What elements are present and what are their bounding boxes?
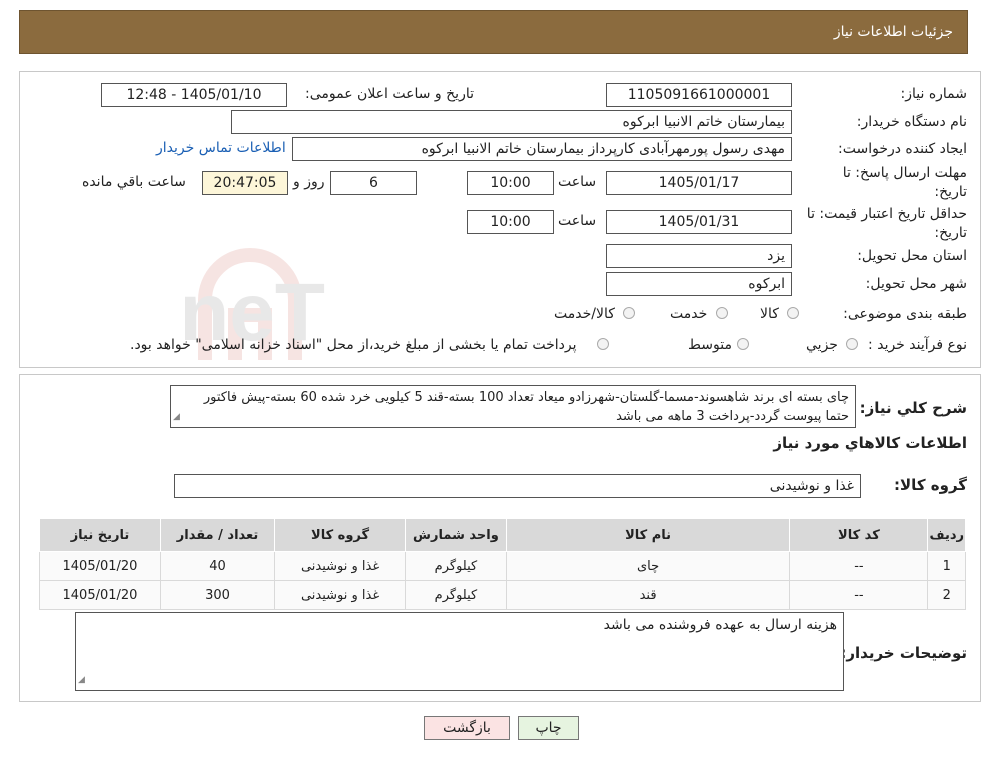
category-option-service: خدمت bbox=[670, 306, 708, 322]
col-header-need-date: تاریخ نیاز bbox=[39, 518, 161, 552]
page-title: جزئیات اطلاعات نیاز bbox=[833, 24, 953, 40]
goods-table: ردیف کد کالا نام کالا واحد شمارش گروه کا… bbox=[39, 518, 966, 610]
validity-label-date: تاریخ: bbox=[934, 225, 967, 241]
deadline-time-field: 10:00 bbox=[467, 171, 554, 195]
need-number-field: 1105091661000001 bbox=[606, 83, 792, 107]
days-label: روز و bbox=[293, 174, 325, 190]
validity-time-label: ساعت bbox=[558, 213, 597, 229]
requester-field: مهدی رسول پورمهرآبادی کارپرداز بیمارستان… bbox=[292, 137, 792, 161]
process-option-minor: جزیي bbox=[806, 337, 838, 353]
process-radio-minor[interactable] bbox=[846, 338, 858, 350]
print-button[interactable]: چاپ bbox=[518, 716, 579, 740]
buyer-notes-label: توضیحات خریدار: bbox=[840, 644, 967, 662]
cell-item-code: -- bbox=[789, 551, 929, 581]
col-header-item-name: نام کالا bbox=[505, 518, 791, 552]
col-header-row-number: ردیف bbox=[927, 518, 966, 552]
buyer-org-label: نام دستگاه خریدار: bbox=[856, 114, 967, 130]
process-type-label: نوع فرآیند خرید : bbox=[868, 337, 967, 353]
cell-unit: کیلوگرم bbox=[405, 580, 507, 610]
deadline-time-label: ساعت bbox=[558, 174, 597, 190]
deadline-label: مهلت ارسال پاسخ: تا bbox=[842, 165, 967, 181]
province-field: یزد bbox=[606, 244, 792, 268]
category-radio-service[interactable] bbox=[716, 307, 728, 319]
goods-group-label: گروه کالا: bbox=[894, 476, 967, 494]
back-button[interactable]: بازگشت bbox=[424, 716, 510, 740]
validity-label: حداقل تاریخ اعتبار قیمت: تا bbox=[806, 206, 967, 222]
process-radio-medium[interactable] bbox=[737, 338, 749, 350]
buyer-contact-link[interactable]: اطلاعات تماس خریدار bbox=[156, 140, 286, 156]
cell-item-code: -- bbox=[789, 580, 929, 610]
need-number-label: شماره نیاز: bbox=[900, 86, 968, 102]
buyer-notes-textarea[interactable]: هزینه ارسال به عهده فروشنده می باشد ◢ bbox=[75, 612, 844, 691]
category-option-goods-service: کالا/خدمت bbox=[554, 306, 615, 322]
remaining-time-label: ساعت باقي مانده bbox=[82, 174, 186, 190]
resize-grip-icon[interactable]: ◢ bbox=[173, 408, 180, 427]
buyer-org-field: بیمارستان خاتم الانبیا ابرکوه bbox=[231, 110, 792, 134]
page-header: جزئیات اطلاعات نیاز bbox=[19, 10, 968, 54]
requester-label: ایجاد کننده درخواست: bbox=[838, 141, 967, 157]
province-label: استان محل تحویل: bbox=[857, 248, 967, 264]
validity-date-field: 1405/01/31 bbox=[606, 210, 792, 234]
announce-date-label: تاریخ و ساعت اعلان عمومی: bbox=[305, 86, 474, 102]
goods-section-title: اطلاعات کالاهاي مورد نياز bbox=[773, 434, 967, 452]
cell-unit: کیلوگرم bbox=[405, 551, 507, 581]
cell-goods-group: غذا و نوشیدنی bbox=[274, 551, 407, 581]
table-row: 2 -- قند کیلوگرم غذا و نوشیدنی 300 1405/… bbox=[39, 580, 966, 610]
col-header-unit: واحد شمارش bbox=[405, 518, 507, 552]
resize-grip-icon[interactable]: ◢ bbox=[78, 670, 85, 690]
days-remaining-field: 6 bbox=[330, 171, 417, 195]
cell-item-name: چای bbox=[505, 551, 791, 581]
cell-item-name: قند bbox=[505, 580, 791, 610]
summary-label: شرح کلي نياز: bbox=[859, 399, 967, 417]
deadline-date-field: 1405/01/17 bbox=[606, 171, 792, 195]
summary-textarea[interactable]: چای بسته ای برند شاهسوند-مسما-گلستان-شهر… bbox=[170, 385, 856, 428]
summary-text: چای بسته ای برند شاهسوند-مسما-گلستان-شهر… bbox=[203, 390, 849, 424]
cell-row-number: 2 bbox=[927, 580, 966, 610]
cell-goods-group: غذا و نوشیدنی bbox=[274, 580, 407, 610]
col-header-quantity: تعداد / مقدار bbox=[159, 518, 276, 552]
goods-group-field: غذا و نوشیدنی bbox=[174, 474, 861, 498]
col-header-item-code: کد کالا bbox=[789, 518, 929, 552]
cell-quantity: 300 bbox=[159, 580, 276, 610]
announce-date-field: 1405/01/10 - 12:48 bbox=[101, 83, 287, 107]
cell-row-number: 1 bbox=[927, 551, 966, 581]
table-header-row: ردیف کد کالا نام کالا واحد شمارش گروه کا… bbox=[39, 518, 966, 552]
cell-need-date: 1405/01/20 bbox=[39, 580, 161, 610]
cell-need-date: 1405/01/20 bbox=[39, 551, 161, 581]
deadline-label-date: تاریخ: bbox=[934, 184, 967, 200]
category-radio-goods[interactable] bbox=[787, 307, 799, 319]
process-treasury-note: پرداخت تمام یا بخشی از مبلغ خرید،از محل … bbox=[130, 337, 577, 353]
validity-time-field: 10:00 bbox=[467, 210, 554, 234]
process-option-medium: متوسط bbox=[688, 337, 732, 353]
city-field: ابرکوه bbox=[606, 272, 792, 296]
buyer-notes-text: هزینه ارسال به عهده فروشنده می باشد bbox=[603, 617, 837, 633]
category-option-goods: کالا bbox=[760, 306, 779, 322]
process-radio-treasury[interactable] bbox=[597, 338, 609, 350]
category-label: طبقه بندی موضوعی: bbox=[843, 306, 967, 322]
col-header-goods-group: گروه کالا bbox=[274, 518, 407, 552]
table-row: 1 -- چای کیلوگرم غذا و نوشیدنی 40 1405/0… bbox=[39, 551, 966, 581]
remaining-time-field: 20:47:05 bbox=[202, 171, 288, 195]
city-label: شهر محل تحویل: bbox=[865, 276, 967, 292]
category-radio-goods-service[interactable] bbox=[623, 307, 635, 319]
cell-quantity: 40 bbox=[159, 551, 276, 581]
